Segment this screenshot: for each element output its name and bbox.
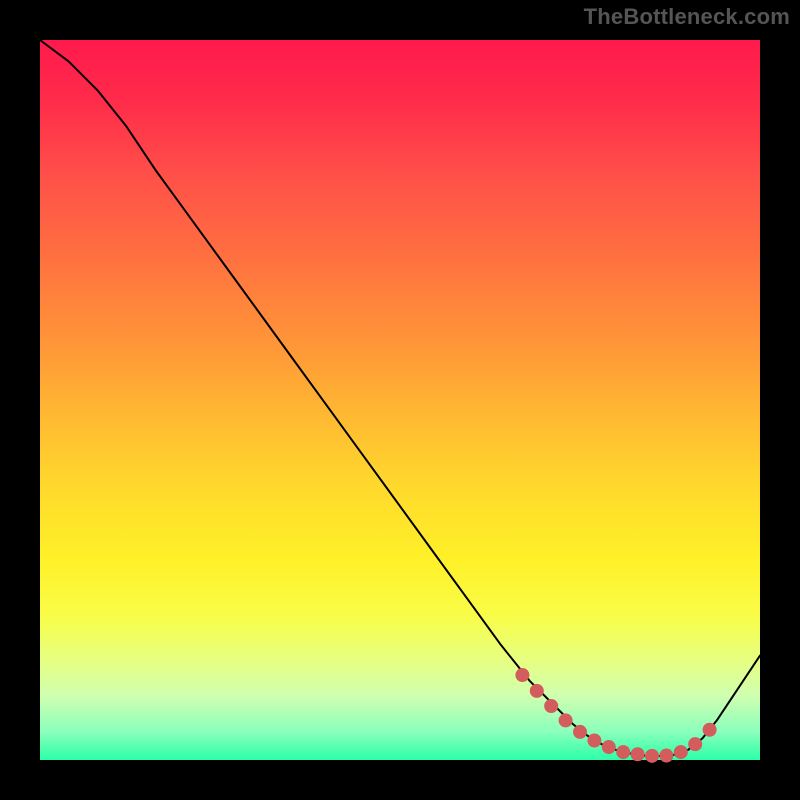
highlight-dot (530, 684, 544, 698)
highlight-dot (616, 745, 630, 759)
highlight-dot (631, 747, 645, 761)
highlight-dot (559, 713, 573, 727)
highlight-dot (659, 749, 673, 763)
highlight-dot (674, 745, 688, 759)
highlight-dot (602, 740, 616, 754)
chart-overlay (40, 40, 760, 760)
highlight-dot (515, 668, 529, 682)
highlight-dot (688, 737, 702, 751)
highlight-dot (587, 734, 601, 748)
attribution-text: TheBottleneck.com (584, 4, 790, 30)
highlight-dot (573, 725, 587, 739)
highlight-dot (703, 723, 717, 737)
bottleneck-curve (40, 40, 760, 756)
highlight-dot (645, 749, 659, 763)
chart-frame: TheBottleneck.com (0, 0, 800, 800)
highlight-markers (515, 668, 716, 763)
highlight-dot (544, 699, 558, 713)
